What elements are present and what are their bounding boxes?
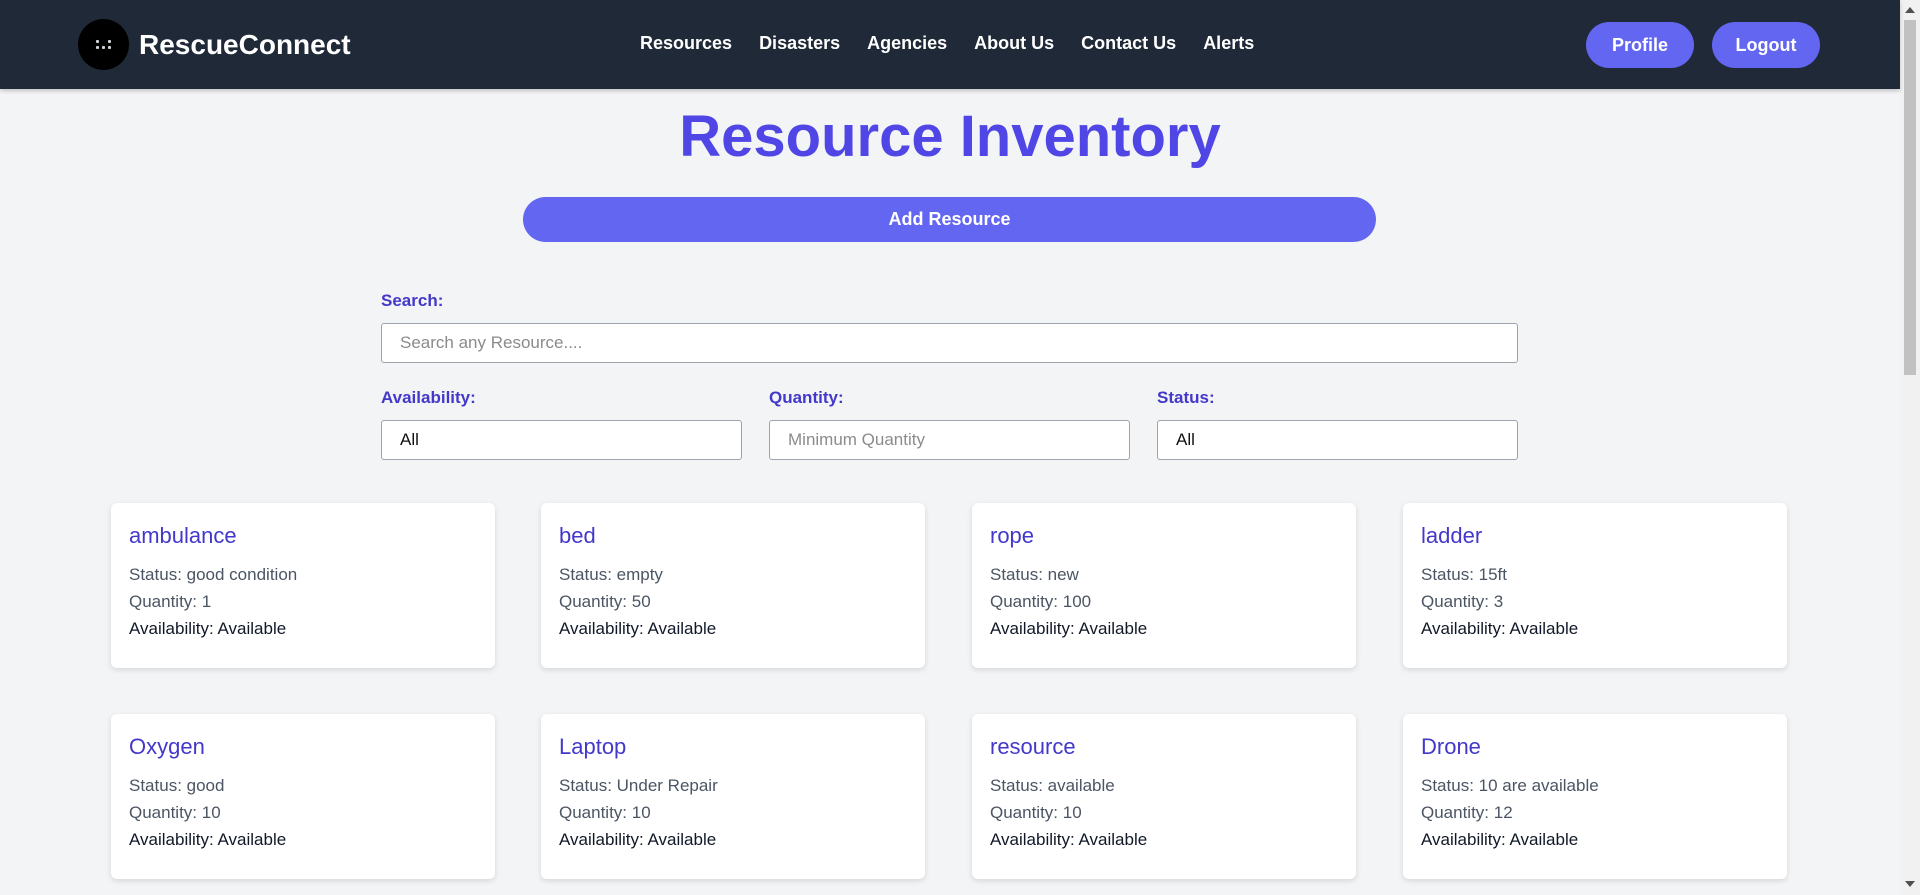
scroll-thumb[interactable]: [1904, 20, 1916, 375]
status-select[interactable]: All: [1157, 420, 1518, 460]
resource-quantity: Quantity: 1: [129, 592, 212, 611]
top-navbar: RescueConnect Resources Disasters Agenci…: [0, 0, 1900, 89]
resource-name: ladder: [1421, 523, 1483, 548]
scroll-up-icon[interactable]: [1905, 7, 1915, 13]
resource-card[interactable]: resource Status: available Quantity: 10 …: [972, 714, 1356, 879]
resource-status: Status: 10 are available: [1421, 776, 1599, 795]
resource-quantity: Quantity: 100: [990, 592, 1092, 611]
resource-name: resource: [990, 734, 1076, 759]
resource-status: Status: good: [129, 776, 225, 795]
resource-availability: Availability: Available: [129, 619, 287, 638]
page-scrollbar[interactable]: [1900, 0, 1920, 895]
availability-select[interactable]: All: [381, 420, 742, 460]
resource-availability: Availability: Available: [559, 619, 717, 638]
resource-status: Status: Under Repair: [559, 776, 718, 795]
quantity-label: Quantity:: [769, 388, 844, 407]
resource-quantity: Quantity: 10: [559, 803, 651, 822]
resource-card[interactable]: Oxygen Status: good Quantity: 10 Availab…: [111, 714, 495, 879]
nav-link-about-us[interactable]: About Us: [974, 30, 1054, 56]
resource-card[interactable]: Drone Status: 10 are available Quantity:…: [1403, 714, 1787, 879]
availability-label: Availability:: [381, 388, 476, 407]
nav-link-resources[interactable]: Resources: [640, 30, 732, 56]
app-name[interactable]: RescueConnect: [139, 27, 351, 63]
resource-card[interactable]: ladder Status: 15ft Quantity: 3 Availabi…: [1403, 503, 1787, 668]
resource-name: Oxygen: [129, 734, 205, 759]
resource-card[interactable]: ambulance Status: good condition Quantit…: [111, 503, 495, 668]
nav-link-contact-us[interactable]: Contact Us: [1081, 30, 1176, 56]
resource-name: bed: [559, 523, 596, 548]
resource-status: Status: available: [990, 776, 1115, 795]
nav-links: Resources Disasters Agencies About Us Co…: [640, 30, 1281, 56]
resource-status: Status: empty: [559, 565, 663, 584]
app-logo-icon[interactable]: [78, 19, 129, 70]
resource-availability: Availability: Available: [1421, 619, 1579, 638]
resource-name: rope: [990, 523, 1035, 548]
resource-availability: Availability: Available: [990, 619, 1148, 638]
resource-name: ambulance: [129, 523, 237, 548]
resource-name: Drone: [1421, 734, 1481, 759]
profile-button[interactable]: Profile: [1586, 22, 1694, 68]
search-label: Search:: [381, 291, 444, 310]
page-title: Resource Inventory: [679, 104, 1221, 169]
nav-link-disasters[interactable]: Disasters: [759, 30, 840, 56]
resource-quantity: Quantity: 10: [990, 803, 1082, 822]
resource-card[interactable]: bed Status: empty Quantity: 50 Availabil…: [541, 503, 925, 668]
resource-status: Status: good condition: [129, 565, 298, 584]
resource-quantity: Quantity: 10: [129, 803, 221, 822]
resource-quantity: Quantity: 12: [1421, 803, 1513, 822]
resource-quantity: Quantity: 50: [559, 592, 651, 611]
nav-link-alerts[interactable]: Alerts: [1203, 30, 1254, 56]
resource-availability: Availability: Available: [129, 830, 287, 849]
resource-card[interactable]: rope Status: new Quantity: 100 Availabil…: [972, 503, 1356, 668]
status-label: Status:: [1157, 388, 1215, 407]
resource-card[interactable]: Laptop Status: Under Repair Quantity: 10…: [541, 714, 925, 879]
resource-status: Status: new: [990, 565, 1079, 584]
resource-status: Status: 15ft: [1421, 565, 1507, 584]
resource-name: Laptop: [559, 734, 627, 759]
resource-availability: Availability: Available: [1421, 830, 1579, 849]
add-resource-button[interactable]: Add Resource: [523, 197, 1376, 242]
nav-link-agencies[interactable]: Agencies: [867, 30, 947, 56]
quantity-input[interactable]: [769, 420, 1130, 460]
scroll-down-icon[interactable]: [1905, 881, 1915, 887]
resource-quantity: Quantity: 3: [1421, 592, 1504, 611]
search-input[interactable]: [381, 323, 1518, 363]
resource-availability: Availability: Available: [990, 830, 1148, 849]
resource-availability: Availability: Available: [559, 830, 717, 849]
logout-button[interactable]: Logout: [1712, 22, 1820, 68]
